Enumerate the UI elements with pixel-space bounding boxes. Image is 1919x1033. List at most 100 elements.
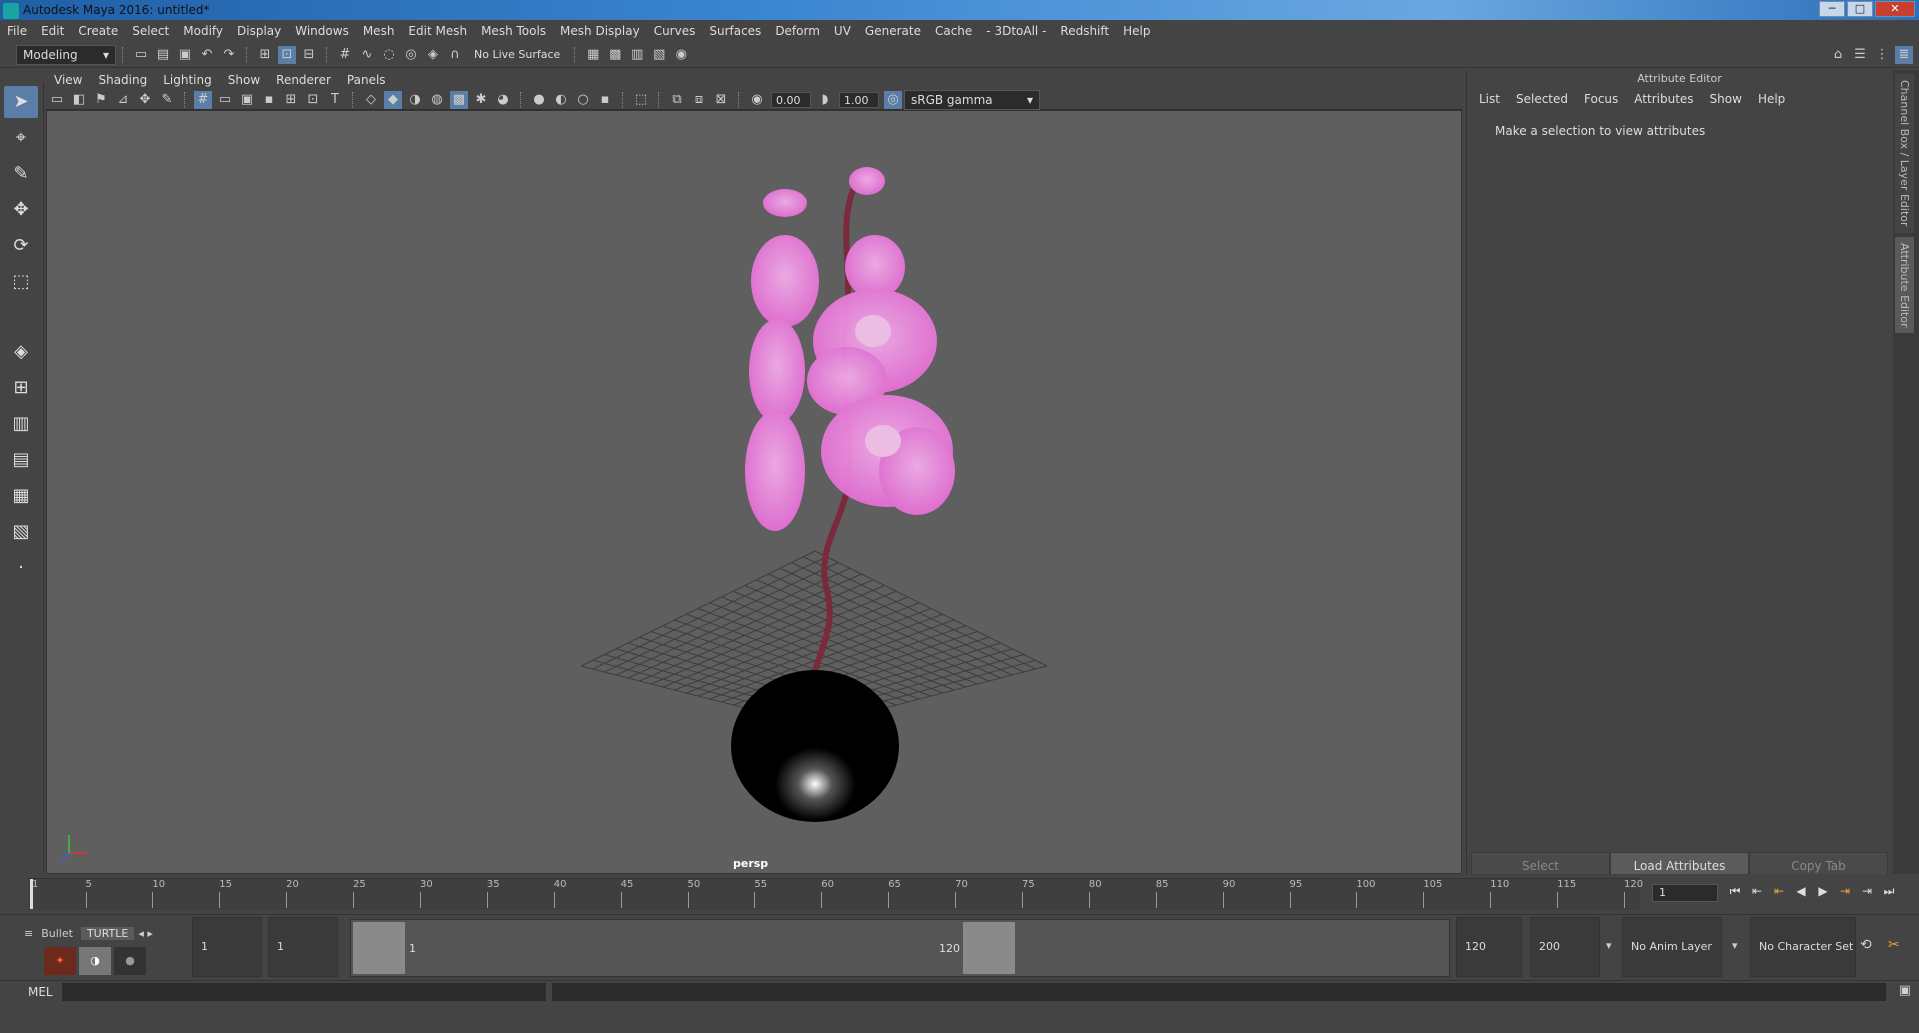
menu-mesh-display[interactable]: Mesh Display xyxy=(553,20,647,42)
play-backwards-icon[interactable]: ◀ xyxy=(1792,882,1810,900)
select-object-icon[interactable]: ⊡ xyxy=(278,45,296,64)
step-forward-key-icon[interactable]: ⇥ xyxy=(1836,882,1854,900)
2d-pan-zoom-icon[interactable]: ✥ xyxy=(136,91,154,109)
safe-title-icon[interactable]: T xyxy=(326,91,344,109)
hypershade-icon[interactable]: ◉ xyxy=(672,46,690,64)
select-hierarchy-icon[interactable]: ⊞ xyxy=(256,46,274,64)
attr-menu-show[interactable]: Show xyxy=(1702,88,1750,110)
animation-prefs-icon[interactable]: ✂ xyxy=(1888,937,1900,953)
select-component-icon[interactable]: ⊟ xyxy=(300,46,318,64)
range-start-handle[interactable] xyxy=(353,922,405,974)
menu-edit[interactable]: Edit xyxy=(34,20,71,42)
menu-redshift[interactable]: Redshift xyxy=(1053,20,1116,42)
four-view-layout-icon[interactable]: ⊞ xyxy=(4,372,38,404)
default-material-icon[interactable]: ◑ xyxy=(406,91,424,109)
isolate-select-icon[interactable]: ⬚ xyxy=(632,91,650,109)
menu-uv[interactable]: UV xyxy=(827,20,858,42)
viewport-menu-shading[interactable]: Shading xyxy=(90,70,155,90)
attribute-editor-toggle-icon[interactable]: ☰ xyxy=(1851,46,1869,64)
persp-outliner-layout-icon[interactable]: ▥ xyxy=(4,408,38,440)
attr-menu-selected[interactable]: Selected xyxy=(1508,88,1576,110)
current-time-marker[interactable] xyxy=(30,879,33,909)
anti-aliasing-icon[interactable]: ○ xyxy=(574,91,592,109)
xray-joints-icon[interactable]: ⊠ xyxy=(712,91,730,109)
xray-active-icon[interactable]: ⧈ xyxy=(690,91,708,109)
motion-blur-icon[interactable]: ◐ xyxy=(552,91,570,109)
render-frame-icon[interactable]: ▦ xyxy=(584,46,602,64)
menu-help[interactable]: Help xyxy=(1116,20,1157,42)
hypershade-layout-icon[interactable]: ▦ xyxy=(4,480,38,512)
new-scene-icon[interactable]: ▭ xyxy=(132,46,150,64)
live-surface-label[interactable]: No Live Surface xyxy=(474,48,560,61)
step-back-frame-icon[interactable]: ⇤ xyxy=(1748,882,1766,900)
lasso-tool-icon[interactable]: ⌖ xyxy=(4,122,38,154)
snap-view-icon[interactable]: ◎ xyxy=(402,46,420,64)
single-perspective-layout-icon[interactable]: ◈ xyxy=(4,336,38,368)
ipr-render-icon[interactable]: ▥ xyxy=(628,46,646,64)
chevron-down-icon[interactable]: ▾ xyxy=(1732,939,1738,952)
current-frame-field[interactable]: 1 xyxy=(1652,884,1718,902)
menu-deform[interactable]: Deform xyxy=(768,20,827,42)
view-transform-dropdown[interactable]: sRGB gamma ▾ xyxy=(904,89,1040,110)
gate-mask-icon[interactable]: ▪ xyxy=(260,91,278,109)
select-tool-icon[interactable]: ➤ xyxy=(4,86,38,118)
time-ruler[interactable]: 1 5 10 15 20 25 30 35 40 45 50 55 60 65 70 75 80 85 90 95 10… xyxy=(28,878,1643,910)
perspective-viewport[interactable]: persp xyxy=(46,110,1462,874)
bullet-shelf-icon[interactable]: ✦ xyxy=(44,947,76,975)
scale-tool-icon[interactable]: ⬚ xyxy=(4,266,38,298)
go-to-start-icon[interactable]: ⏮ xyxy=(1726,882,1744,900)
textured-icon[interactable]: ▩ xyxy=(450,90,468,109)
depth-of-field-icon[interactable]: ▪ xyxy=(596,91,614,109)
attr-menu-focus[interactable]: Focus xyxy=(1576,88,1626,110)
channel-box-tab[interactable]: Channel Box / Layer Editor xyxy=(1895,74,1914,233)
attr-menu-attributes[interactable]: Attributes xyxy=(1626,88,1701,110)
snap-magnet-icon[interactable]: ∩ xyxy=(446,46,464,64)
play-forwards-icon[interactable]: ▶ xyxy=(1814,882,1832,900)
menu-generate[interactable]: Generate xyxy=(858,20,928,42)
turtle-shader-icon[interactable]: ● xyxy=(114,947,146,975)
anim-layer-dropdown[interactable]: No Anim Layer xyxy=(1622,917,1722,977)
channel-box-toggle-icon[interactable]: ≣ xyxy=(1895,45,1913,64)
snap-grid-icon[interactable]: # xyxy=(336,46,354,64)
wireframe-icon[interactable]: ◇ xyxy=(362,91,380,109)
undo-icon[interactable]: ↶ xyxy=(198,46,216,64)
paint-select-tool-icon[interactable]: ✎ xyxy=(4,158,38,190)
render-view-icon[interactable]: ▩ xyxy=(606,46,624,64)
attr-menu-help[interactable]: Help xyxy=(1750,88,1793,110)
uv-layout-icon[interactable]: ▧ xyxy=(4,516,38,548)
close-button[interactable]: ✕ xyxy=(1875,1,1915,17)
maximize-button[interactable]: □ xyxy=(1847,1,1873,17)
auto-key-icon[interactable]: ⟲ xyxy=(1860,937,1872,953)
exposure-field[interactable]: 0.00 xyxy=(771,91,811,108)
snap-surface-icon[interactable]: ◈ xyxy=(424,46,442,64)
field-chart-icon[interactable]: ⊞ xyxy=(282,91,300,109)
animation-start-field[interactable]: 1 xyxy=(192,917,262,977)
viewport-menu-show[interactable]: Show xyxy=(220,70,268,90)
turtle-render-icon[interactable]: ◑ xyxy=(79,947,111,975)
script-editor-icon[interactable]: ▣ xyxy=(1899,983,1911,998)
menu-modify[interactable]: Modify xyxy=(176,20,230,42)
menu-cache[interactable]: Cache xyxy=(928,20,979,42)
safe-action-icon[interactable]: ⊡ xyxy=(304,91,322,109)
range-slider[interactable]: 1 120 xyxy=(350,919,1450,977)
viewport-menu-view[interactable]: View xyxy=(46,70,90,90)
shelf-tab-bullet[interactable]: Bullet xyxy=(37,927,77,940)
go-to-end-icon[interactable]: ⏭ xyxy=(1880,882,1898,900)
rotate-tool-icon[interactable]: ⟳ xyxy=(4,230,38,262)
color-management-icon[interactable]: ◎ xyxy=(884,90,902,109)
menu-set-dropdown[interactable]: Modeling ▾ xyxy=(16,44,116,65)
playback-end-field[interactable]: 120 xyxy=(1456,917,1522,977)
menu-create[interactable]: Create xyxy=(71,20,125,42)
character-set-dropdown[interactable]: No Character Set xyxy=(1750,917,1856,977)
grid-icon[interactable]: # xyxy=(194,90,212,109)
menu-surfaces[interactable]: Surfaces xyxy=(702,20,768,42)
resolution-gate-icon[interactable]: ▣ xyxy=(238,91,256,109)
collapse-shelf-icon[interactable]: ≡ xyxy=(24,927,33,940)
chevron-down-icon[interactable]: ▾ xyxy=(1606,939,1612,952)
attribute-editor-tab[interactable]: Attribute Editor xyxy=(1895,236,1914,334)
menu-3dtoall[interactable]: - 3DtoAll - xyxy=(979,20,1053,42)
menu-curves[interactable]: Curves xyxy=(647,20,703,42)
menu-select[interactable]: Select xyxy=(125,20,176,42)
viewport-menu-renderer[interactable]: Renderer xyxy=(268,70,339,90)
collapse-icon[interactable]: · xyxy=(4,552,38,584)
